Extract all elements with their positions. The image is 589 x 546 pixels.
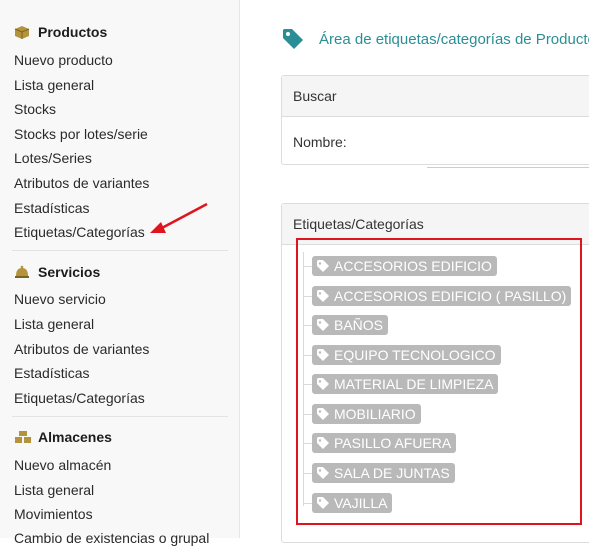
- sidebar-item-estadisticas[interactable]: Estadísticas: [14, 365, 89, 381]
- tag-icon: [317, 260, 329, 272]
- divider: [12, 416, 228, 417]
- tag-icon: [317, 290, 329, 302]
- bell-icon: [14, 265, 32, 279]
- search-panel: Buscar Nombre:: [281, 75, 589, 168]
- categories-panel-header: Etiquetas/Categorías: [282, 204, 589, 245]
- sidebar-item-estadisticas[interactable]: Estadísticas: [14, 200, 89, 216]
- sidebar-item-lista-general[interactable]: Lista general: [14, 482, 94, 498]
- sidebar-item-nuevo-producto[interactable]: Nuevo producto: [14, 52, 113, 68]
- tag-icon: [317, 349, 329, 361]
- boxes-icon: [14, 430, 32, 444]
- sidebar-item-nuevo-almacen[interactable]: Nuevo almacén: [14, 457, 111, 473]
- category-tag[interactable]: BAÑOS: [312, 315, 389, 335]
- page-title: Área de etiquetas/categorías de Producto…: [281, 27, 589, 51]
- sidebar-item-lista-general[interactable]: Lista general: [14, 77, 94, 93]
- category-tag-label: MOBILIARIO: [334, 406, 416, 422]
- category-tag-label: ACCESORIOS EDIFICIO ( PASILLO): [334, 288, 567, 304]
- section-title: Servicios: [38, 264, 101, 280]
- category-tag-label: SALA DE JUNTAS: [334, 465, 450, 481]
- category-tag[interactable]: ACCESORIOS EDIFICIO: [312, 256, 497, 276]
- category-tag-label: PASILLO AFUERA: [334, 435, 452, 451]
- category-tag[interactable]: VAJILLA: [312, 493, 393, 513]
- tag-icon: [317, 319, 329, 331]
- tag-icon: [281, 27, 305, 51]
- name-field-row: Nombre:: [282, 117, 589, 168]
- category-tag-label: MATERIAL DE LIMPIEZA: [334, 376, 494, 392]
- category-tag-label: BAÑOS: [334, 317, 384, 333]
- sidebar-item-movimientos[interactable]: Movimientos: [14, 506, 93, 522]
- categories-panel: Etiquetas/Categorías: [281, 203, 589, 543]
- box-icon: [14, 25, 32, 39]
- category-tag-label: VAJILLA: [334, 495, 388, 511]
- tag-icon: [317, 437, 329, 449]
- sidebar-item-lista-general[interactable]: Lista general: [14, 316, 94, 332]
- section-title: Almacenes: [38, 429, 112, 445]
- sidebar-item-stocks[interactable]: Stocks: [14, 101, 56, 117]
- sidebar-item-atributos[interactable]: Atributos de variantes: [14, 341, 149, 357]
- category-tag[interactable]: MATERIAL DE LIMPIEZA: [312, 374, 499, 394]
- divider: [12, 250, 228, 251]
- sidebar-item-etiquetas[interactable]: Etiquetas/Categorías: [14, 224, 145, 240]
- tree-line: [303, 252, 304, 506]
- category-tag[interactable]: ACCESORIOS EDIFICIO ( PASILLO): [312, 286, 572, 306]
- page-title-text: Área de etiquetas/categorías de Producto…: [319, 30, 589, 48]
- sidebar-item-nuevo-servicio[interactable]: Nuevo servicio: [14, 291, 106, 307]
- search-panel-header: Buscar: [282, 76, 589, 117]
- sidebar-item-cambio-existencias[interactable]: Cambio de existencias o grupal: [14, 530, 209, 546]
- name-input[interactable]: [427, 147, 589, 168]
- sidebar-item-stocks-lotes[interactable]: Stocks por lotes/serie: [14, 126, 148, 142]
- tag-icon: [317, 497, 329, 509]
- category-tag[interactable]: PASILLO AFUERA: [312, 433, 457, 453]
- section-servicios: Servicios: [14, 264, 100, 280]
- sidebar-item-etiquetas[interactable]: Etiquetas/Categorías: [14, 390, 145, 406]
- sidebar-item-atributos[interactable]: Atributos de variantes: [14, 175, 149, 191]
- section-almacenes: Almacenes: [14, 429, 112, 445]
- tag-icon: [317, 467, 329, 479]
- tag-icon: [317, 408, 329, 420]
- category-tag[interactable]: MOBILIARIO: [312, 404, 421, 424]
- category-tag[interactable]: SALA DE JUNTAS: [312, 463, 455, 483]
- section-title: Productos: [38, 24, 108, 40]
- sidebar: Productos Nuevo producto Lista general S…: [0, 0, 240, 546]
- tag-icon: [317, 378, 329, 390]
- section-productos: Productos: [14, 24, 107, 40]
- category-tag[interactable]: EQUIPO TECNOLOGICO: [312, 345, 501, 365]
- name-label: Nombre:: [293, 134, 347, 150]
- category-tag-label: EQUIPO TECNOLOGICO: [334, 347, 496, 363]
- sidebar-item-lotes-series[interactable]: Lotes/Series: [14, 150, 92, 166]
- category-tag-label: ACCESORIOS EDIFICIO: [334, 258, 492, 274]
